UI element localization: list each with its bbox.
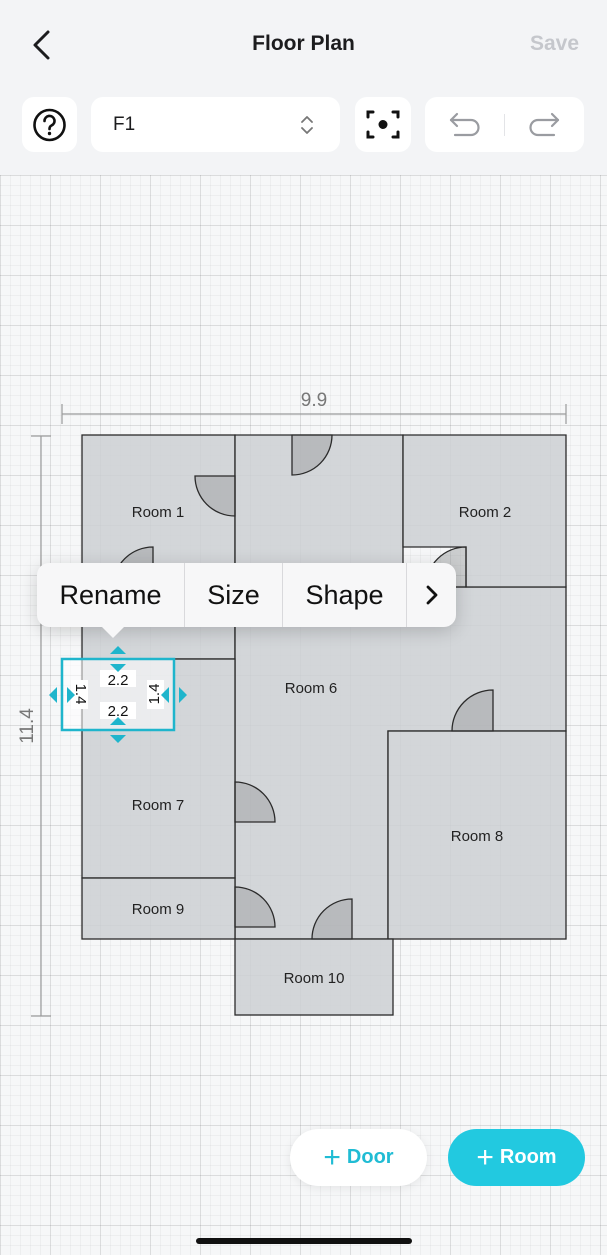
room-1-label: Room 1: [132, 504, 185, 521]
rename-menu-item[interactable]: Rename: [37, 563, 185, 627]
more-menu-button[interactable]: [407, 563, 456, 627]
room-context-menu: Rename Size Shape: [37, 563, 456, 638]
size-menu-item[interactable]: Size: [185, 563, 283, 627]
height-label: 11.4: [17, 708, 38, 744]
room-8-label: Room 8: [451, 828, 504, 845]
chevron-right-icon: [426, 585, 437, 605]
plus-icon: +: [323, 1140, 341, 1174]
room-6-label: Room 6: [285, 680, 338, 697]
room-10-label: Room 10: [284, 970, 345, 987]
selected-room-width-top: 2.2: [108, 672, 129, 689]
add-room-button[interactable]: + Room: [448, 1129, 585, 1186]
add-door-button[interactable]: + Door: [290, 1129, 427, 1186]
shape-menu-item[interactable]: Shape: [283, 563, 407, 627]
add-door-label: Door: [346, 1146, 394, 1168]
selected-room-height-left: 1.4: [72, 684, 89, 705]
selected-room-height-right: 1.4: [146, 684, 163, 705]
floor-plan[interactable]: 9.9 11.4 Room 1 Room 2 Room 6 Room 7 Roo…: [0, 0, 607, 1255]
context-menu-pointer: [100, 625, 126, 638]
add-room-label: Room: [499, 1146, 557, 1168]
home-indicator: [196, 1238, 412, 1244]
room-7-label: Room 7: [132, 797, 185, 814]
selected-room[interactable]: 2.2 2.2 1.4 1.4: [49, 646, 187, 743]
room-2-label: Room 2: [459, 504, 512, 521]
room-9-label: Room 9: [132, 901, 185, 918]
width-label: 9.9: [301, 390, 327, 411]
plus-icon: +: [476, 1140, 494, 1174]
